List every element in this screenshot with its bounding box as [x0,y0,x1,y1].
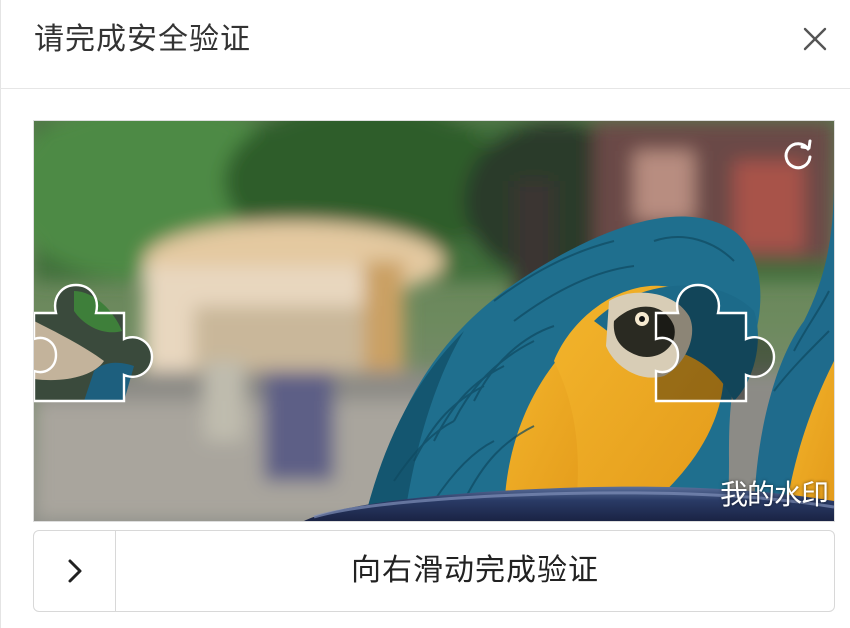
refresh-icon [784,139,812,170]
image-watermark: 我的水印 [719,478,829,511]
refresh-button[interactable] [778,135,818,175]
slider-instruction: 向右滑动完成验证 [351,553,599,588]
parrot-background-image [34,121,834,521]
captcha-image-panel: 我的水印 [33,120,835,522]
close-icon [803,27,827,51]
slider-handle[interactable] [34,531,116,611]
close-button[interactable] [796,20,834,58]
dialog-title: 请完成安全验证 [34,22,251,57]
dialog-edge [0,0,1,628]
slide-verify-track[interactable]: 向右滑动完成验证 [33,530,835,612]
chevron-right-icon [68,559,81,583]
dialog-header: 请完成安全验证 [0,0,850,89]
security-verification-dialog: 请完成安全验证 我的水印 向右滑动完成验证 [0,0,850,628]
